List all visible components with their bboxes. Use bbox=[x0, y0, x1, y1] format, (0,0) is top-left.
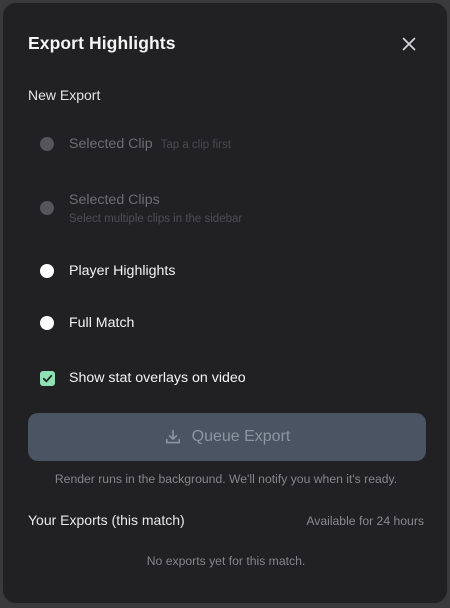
stat-overlays-option[interactable]: Show stat overlays on video bbox=[40, 370, 246, 386]
option-label-player-highlights: Player Highlights bbox=[69, 263, 176, 279]
radio-player-highlights[interactable] bbox=[40, 264, 54, 278]
option-full-match[interactable]: Full Match bbox=[40, 314, 134, 332]
stat-overlays-label: Show stat overlays on video bbox=[69, 370, 246, 386]
no-exports-message: No exports yet for this match. bbox=[146, 554, 306, 568]
option-label-selected-clip: Selected Clip bbox=[69, 136, 153, 152]
radio-selected-clip[interactable] bbox=[40, 137, 54, 151]
queue-export-button[interactable]: Queue Export bbox=[28, 413, 426, 461]
queue-export-label: Queue Export bbox=[191, 428, 291, 445]
export-highlights-modal: Export Highlights New Export Selected Cl… bbox=[2, 2, 448, 604]
radio-selected-clips[interactable] bbox=[40, 201, 54, 215]
download-icon bbox=[164, 428, 182, 446]
exports-availability: Available for 24 hours bbox=[306, 514, 424, 528]
close-icon bbox=[402, 37, 416, 51]
new-export-label: New Export bbox=[28, 87, 101, 103]
modal-title: Export Highlights bbox=[28, 33, 176, 53]
option-label-selected-clips: Selected Clips bbox=[69, 192, 160, 208]
render-note: Render runs in the background. We'll not… bbox=[54, 472, 398, 486]
option-hint-selected-clips: Select multiple clips in the sidebar bbox=[69, 213, 243, 225]
stat-overlays-checkbox[interactable] bbox=[40, 370, 55, 386]
your-exports-title: Your Exports (this match) bbox=[28, 512, 185, 528]
option-selected-clip[interactable]: Selected Clip Tap a clip first bbox=[40, 135, 231, 153]
close-button[interactable] bbox=[399, 34, 419, 54]
option-selected-clips[interactable]: Selected Clips Select multiple clips in … bbox=[40, 191, 242, 225]
radio-full-match[interactable] bbox=[40, 316, 54, 330]
checkmark-icon bbox=[42, 374, 53, 382]
option-hint-selected-clip: Tap a clip first bbox=[160, 139, 231, 151]
option-label-full-match: Full Match bbox=[69, 315, 135, 331]
option-player-highlights[interactable]: Player Highlights bbox=[40, 262, 175, 280]
